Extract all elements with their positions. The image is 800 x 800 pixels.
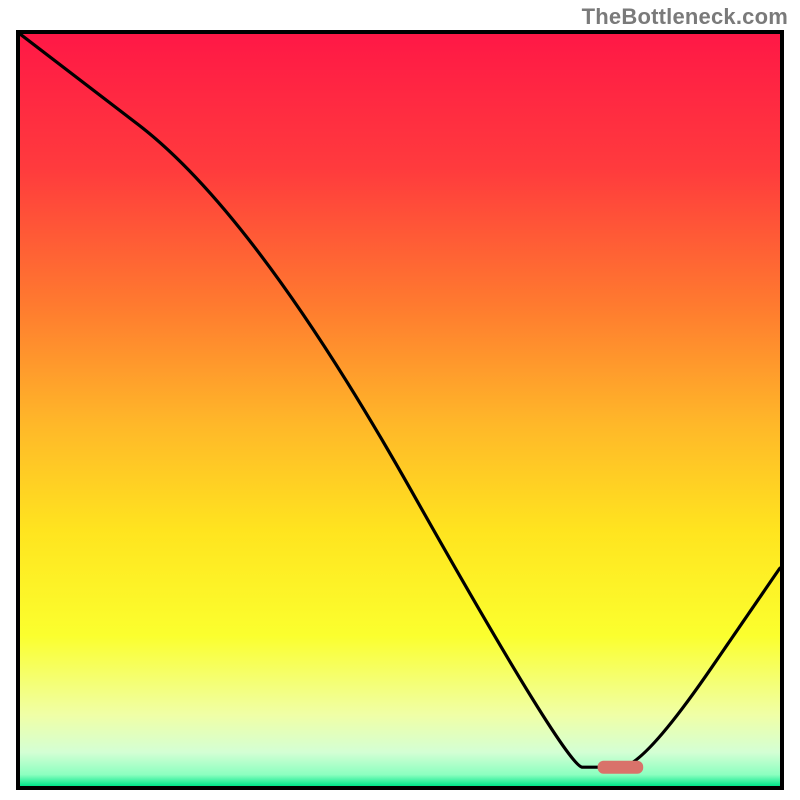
chart-svg bbox=[20, 34, 780, 786]
chart-background bbox=[20, 34, 780, 786]
watermark-text: TheBottleneck.com bbox=[582, 4, 788, 30]
optimal-range-marker bbox=[598, 761, 644, 774]
chart-frame bbox=[16, 30, 784, 790]
